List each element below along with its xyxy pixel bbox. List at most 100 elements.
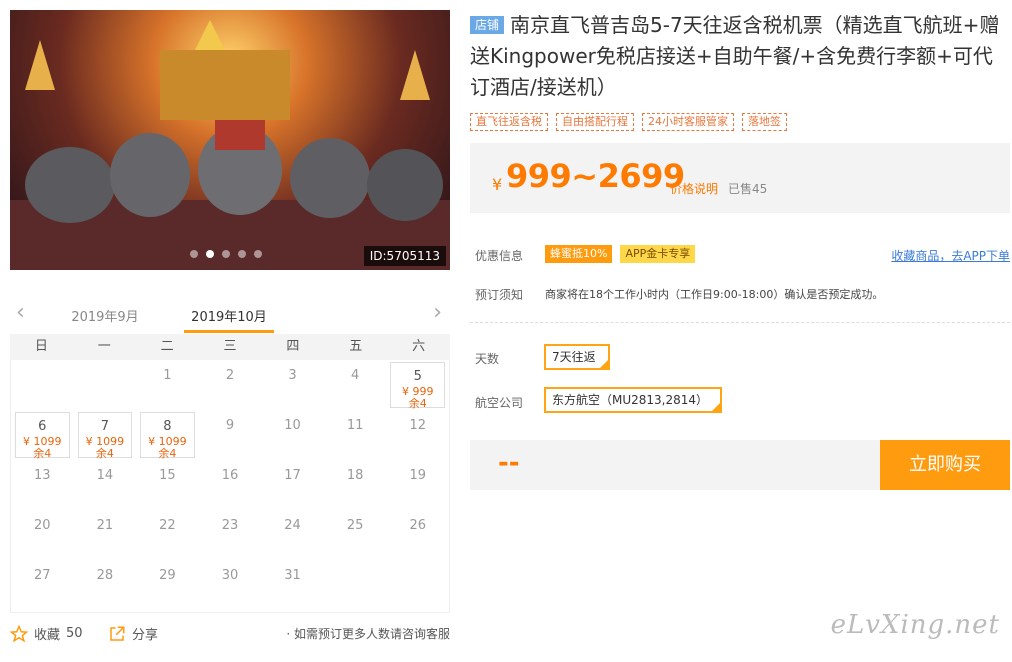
days-option-value: 7天往返 [552,350,596,364]
calendar-day: 3 [261,360,324,410]
days-option[interactable]: 7天往返 [544,344,610,370]
price-panel: ¥ 999~2699 价格说明 已售45 [470,143,1010,213]
calendar-empty-cell [11,360,74,410]
image-id-label: ID:5705113 [363,246,446,266]
carousel-dot[interactable] [254,250,262,258]
calendar-day: 9 [199,410,262,460]
calendar-day-number: 24 [284,518,301,533]
calendar-day-number: 15 [159,468,176,483]
calendar-day: 18 [324,460,387,510]
calendar-day: 27 [11,560,74,610]
calendar-day-number: 31 [284,568,301,583]
calendar-day-number: 27 [34,568,51,583]
weekday-label: 三 [223,339,237,354]
calendar-day: 22 [136,510,199,560]
calendar-empty-cell [74,360,137,410]
feature-tag: 直飞往返含税 [470,113,548,131]
calendar-day-stock: 余4 [95,447,114,460]
share-button[interactable]: 分享 [108,624,158,643]
price-explain-link[interactable]: 价格说明 [670,180,718,197]
buy-now-button[interactable]: 立即购买 [880,440,1010,490]
calendar-day: 28 [74,560,137,610]
next-month-icon[interactable]: › [433,302,442,324]
calendar-day-number: 30 [221,568,239,583]
carousel-dot[interactable] [190,250,198,258]
promo-tag-honey: 蜂蜜抵10% [545,245,613,263]
days-label: 天数 [475,352,500,366]
prev-month-icon[interactable]: ‹ [16,302,25,324]
calendar-day[interactable]: 5 ¥ 999 余4 [390,362,445,410]
calendar-day-number: 25 [346,518,364,533]
airline-option-value: 东方航空（MU2813,2814） [552,393,709,407]
calendar-day-number: 5 [413,369,422,384]
calendar-day-number: 20 [34,518,51,533]
promo-tags: 蜂蜜抵10% APP金卡专享 [545,245,696,263]
calendar-day[interactable]: 6 ¥ 1099 余4 [15,412,70,460]
calendar-day: 13 [11,460,74,510]
calendar-day: 21 [74,510,137,560]
calendar-day: 23 [199,510,262,560]
product-title-block: 店铺 南京直飞普吉岛5-7天往返含税机票（精选直飞航班+赠送Kingpower免税… [470,10,1005,103]
product-image[interactable]: ID:5705113 [10,10,450,270]
calendar-day: 15 [136,460,199,510]
carousel-dot[interactable] [222,250,230,258]
carousel-dot-active[interactable] [206,250,214,258]
price-range: 999~2699 [506,157,685,195]
favorite-label: 收藏 [34,628,61,643]
calendar-day-number: 13 [34,468,51,483]
weekday-label: 四 [286,339,300,354]
feature-tags: 直飞往返含税 自由搭配行程 24小时客服管家 落地签 [470,113,787,131]
calendar-day[interactable]: 7 ¥ 1099 余4 [77,412,133,460]
notice-label: 预订须知 [475,288,524,302]
calendar-day-number: 11 [346,418,364,433]
weekday-label: 一 [97,339,111,354]
product-title: 南京直飞普吉岛5-7天往返含税机票（精选直飞航班+赠送Kingpower免税店接… [470,13,1000,99]
site-watermark: eLvXing.net [830,610,1000,640]
calendar-day-number: 16 [221,468,239,483]
favorite-count: 50 [66,626,83,641]
calendar-day: 17 [261,460,324,510]
airline-option[interactable]: 东方航空（MU2813,2814） [544,387,723,413]
group-booking-note: · 如需预订更多人数请咨询客服 [286,627,450,641]
calendar-empty-cell [324,560,387,610]
carousel-dots[interactable] [190,250,262,258]
calendar-day-stock: 余4 [408,397,427,410]
buy-bar: -- 立即购买 [470,440,1010,490]
feature-tag: 24小时客服管家 [642,113,734,131]
favorite-button[interactable]: 收藏 50 [10,624,83,643]
share-label: 分享 [132,628,159,643]
weekday-label: 二 [160,339,174,354]
tab-current-month[interactable]: 2019年10月 [184,306,274,333]
calendar-day-number: 7 [100,419,109,434]
shop-badge[interactable]: 店铺 [470,16,505,34]
calendar-day[interactable]: 8 ¥ 1099 余4 [140,412,195,460]
calendar-day: 12 [386,410,449,460]
calendar-day-number: 23 [221,518,239,533]
calendar-day-number: 17 [284,468,301,483]
weekday-label: 五 [349,339,363,354]
feature-tag: 自由搭配行程 [556,113,634,131]
total-price: -- [498,448,520,478]
tab-prev-month[interactable]: 2019年9月 [60,306,150,325]
currency-symbol: ¥ [492,175,503,194]
booking-notice: 商家将在18个工作小时内（工作日9:00-18:00）确认是否预定成功。 [545,288,884,301]
calendar-day-number: 2 [225,368,235,383]
calendar-day: 19 [386,460,449,510]
calendar-month-nav: ‹ 2019年9月 2019年10月 › [10,298,450,334]
calendar-day-number: 22 [159,518,176,533]
calendar-day-number: 14 [96,468,114,483]
calendar-day: 24 [261,510,324,560]
calendar-day-number: 1 [163,368,172,383]
app-order-link[interactable]: 收藏商品，去APP下单 [891,247,1010,264]
calendar-day-number: 10 [284,418,301,433]
calendar-day-number: 19 [409,468,426,483]
calendar-day: 31 [261,560,324,610]
divider [470,322,1010,323]
calendar-day-stock: 余4 [33,447,52,460]
calendar-day-number: 18 [346,468,364,483]
calendar-day: 1 [136,360,199,410]
calendar-day-number: 26 [409,518,426,533]
calendar-day: 10 [261,410,324,460]
calendar-day-number: 8 [163,419,172,434]
carousel-dot[interactable] [238,250,246,258]
